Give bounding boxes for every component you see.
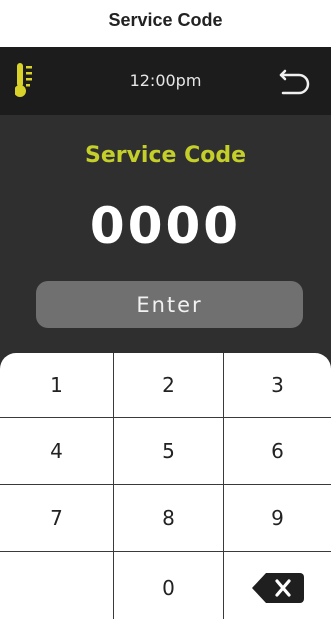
- key-8[interactable]: 8: [114, 485, 224, 552]
- key-1[interactable]: 1: [0, 353, 114, 418]
- enter-button[interactable]: Enter: [36, 281, 303, 328]
- numeric-keypad: 1 2 3 4 5 6 7 8 9 0: [0, 353, 331, 619]
- key-5[interactable]: 5: [114, 418, 224, 485]
- key-2[interactable]: 2: [114, 353, 224, 418]
- backspace-icon: [251, 572, 304, 603]
- backspace-key[interactable]: [224, 552, 331, 619]
- key-4[interactable]: 4: [0, 418, 114, 485]
- key-0[interactable]: 0: [114, 552, 224, 619]
- key-blank: [0, 552, 114, 619]
- status-bar: 12:00pm: [0, 47, 331, 115]
- key-9[interactable]: 9: [224, 485, 331, 552]
- page-title: Service Code: [108, 10, 223, 30]
- key-7[interactable]: 7: [0, 485, 114, 552]
- key-3[interactable]: 3: [224, 353, 331, 418]
- service-code-heading: Service Code: [84, 143, 247, 168]
- code-display: 0000: [89, 197, 242, 255]
- key-6[interactable]: 6: [224, 418, 331, 485]
- back-arrow-icon[interactable]: [277, 63, 313, 99]
- device-screen: 12:00pm Service Code 0000 Enter 1 2 3 4 …: [0, 47, 331, 619]
